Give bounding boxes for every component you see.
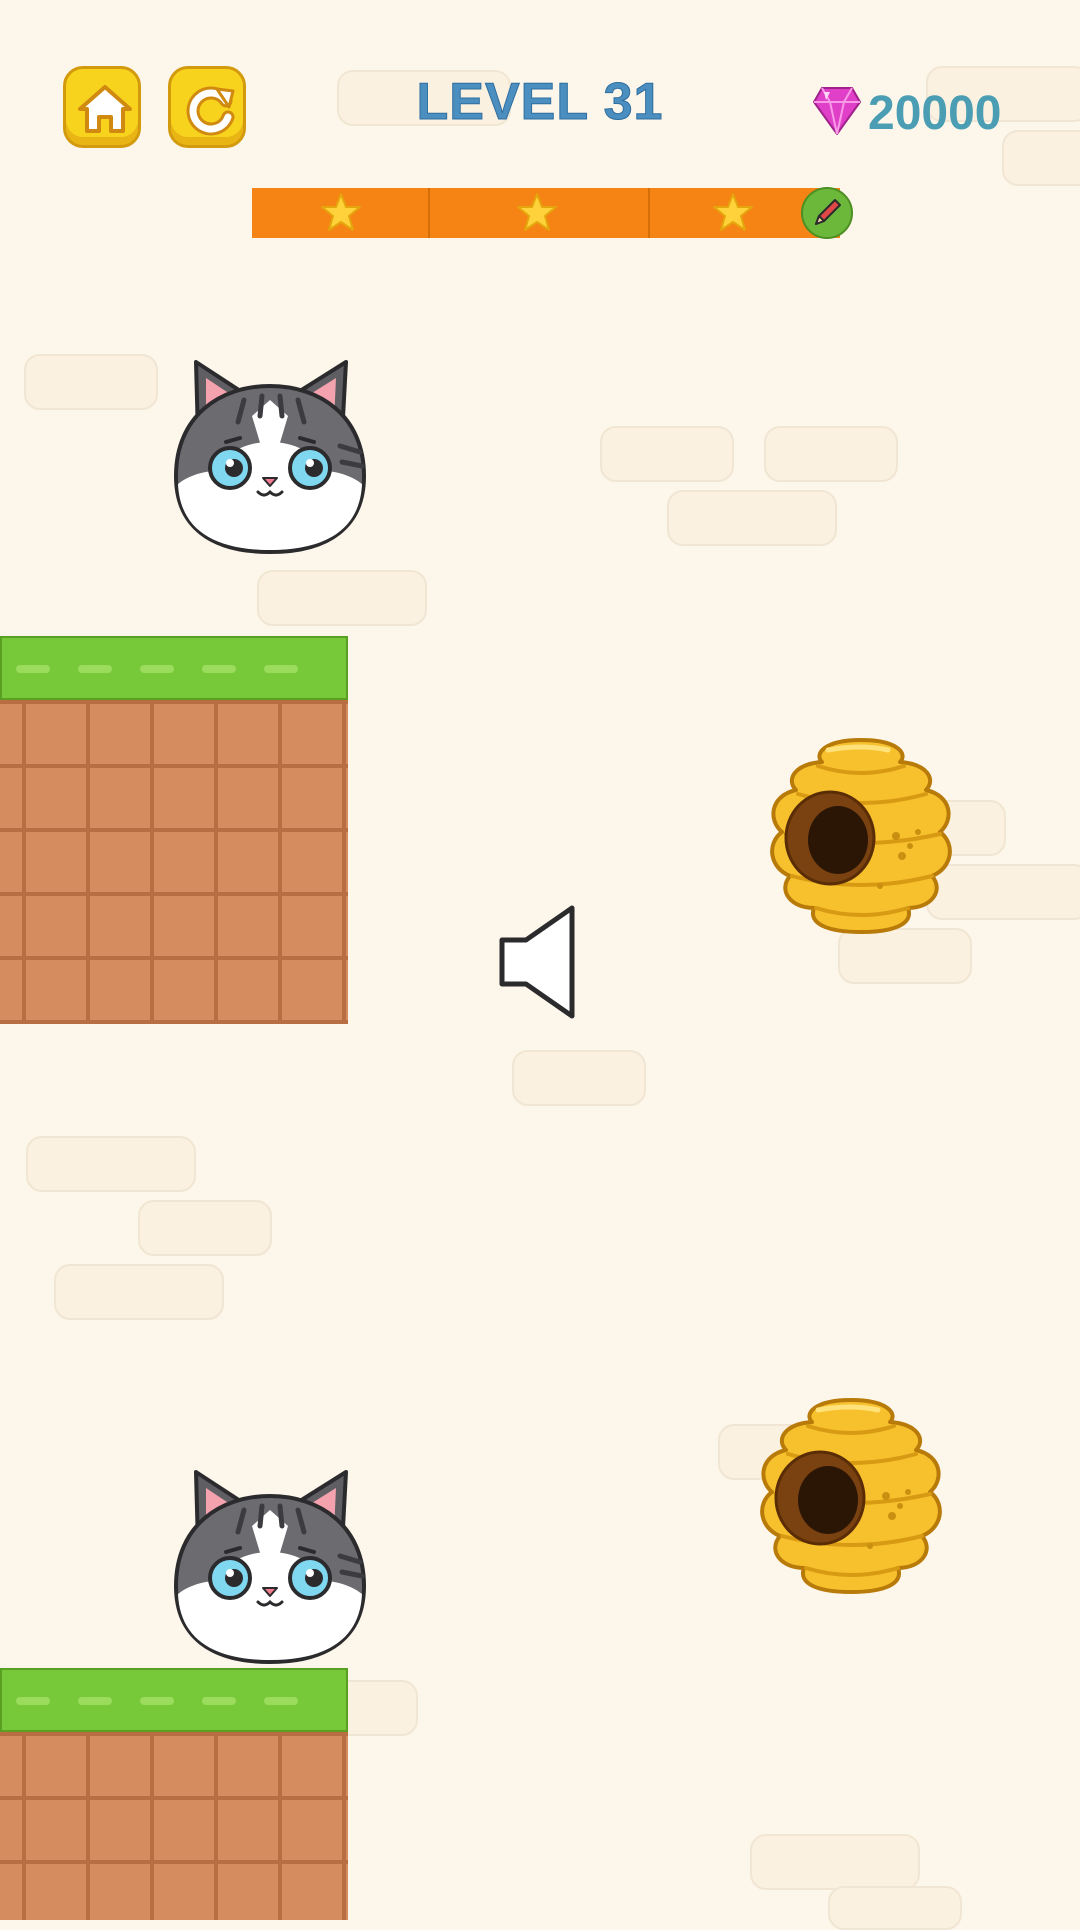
background-brick [257,570,427,626]
beehive [760,1398,942,1594]
background-brick [667,490,837,546]
home-icon [78,85,132,133]
level-title: LEVEL 31 [416,73,664,132]
dirt-block [0,700,348,1024]
star-icon [321,193,361,231]
grass-platform [0,636,348,1024]
background-brick [138,1200,272,1256]
background-brick [838,928,972,984]
grass-platform [0,1668,348,1920]
background-brick [26,1136,196,1192]
beehive [770,738,952,934]
background-brick [24,354,158,410]
game-scene[interactable]: LEVEL 31 20000 [0,0,1080,1930]
background-brick [600,426,734,482]
progress-divider [428,188,430,238]
dirt-block [0,1732,348,1920]
grass-top [0,636,348,700]
grass-top [0,1668,348,1732]
home-button[interactable] [63,66,141,148]
star-icon [713,193,753,231]
gem-count: 20000 [868,87,1002,140]
background-brick [750,1834,920,1890]
gem-counter: 20000 [812,82,1052,142]
speaker-icon[interactable] [496,904,576,1020]
cat-character [173,360,367,555]
background-brick [828,1886,962,1930]
cat-character [173,1470,367,1665]
restart-icon [186,86,235,136]
background-brick [764,426,898,482]
restart-button[interactable] [168,66,246,148]
pencil-icon[interactable] [800,186,854,240]
background-brick [512,1050,646,1106]
star-progress-bar [252,188,840,238]
star-icon [517,193,557,231]
pink-gem-icon [813,87,861,135]
background-brick [54,1264,224,1320]
progress-divider [648,188,650,238]
